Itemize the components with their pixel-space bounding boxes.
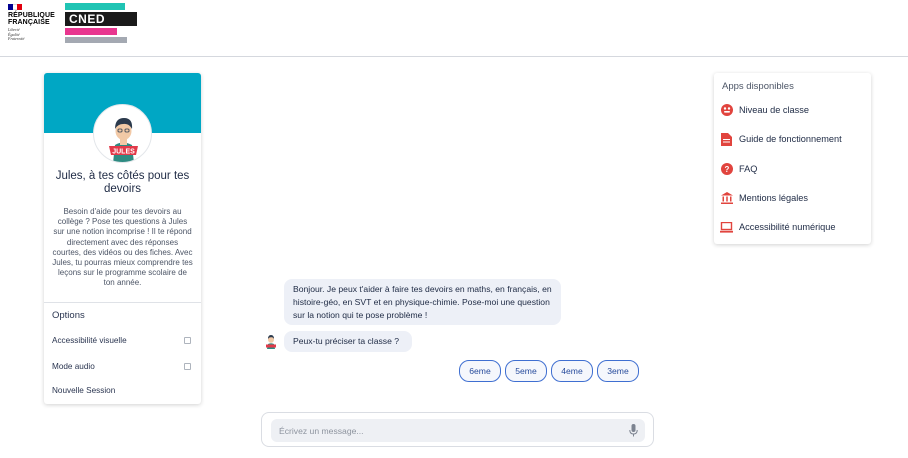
app-label: Guide de fonctionnement [739,134,842,144]
option-mode-audio[interactable]: Mode audio [52,362,193,371]
app-faq[interactable]: ? FAQ [720,161,868,177]
app-label: FAQ [739,164,758,174]
app-label: Mentions légales [739,193,808,203]
cned-logo-bar-pink [65,28,117,35]
avatar-badge-text: JULES [112,149,135,156]
app-label: Accessibilité numérique [739,222,836,232]
app-guide-de-fonctionnement[interactable]: Guide de fonctionnement [720,131,868,147]
french-flag-icon [8,4,23,10]
choice-3eme-button[interactable]: 3eme [597,360,639,382]
options-title: Options [52,310,85,321]
cned-logo-text: CNED [65,12,137,26]
republique-line-1: RÉPUBLIQUE [8,12,55,19]
apps-disponibles-panel: Apps disponibles Niveau de classe Guide … [714,73,871,244]
help-icon: ? [720,163,733,176]
document-icon [720,132,733,146]
card-title: Jules, à tes côtés pour tes devoirs [55,170,190,195]
level-icon [720,104,733,117]
card-description: Besoin d'aide pour tes devoirs au collèg… [52,207,193,288]
republique-line-2: FRANÇAISE [8,19,50,26]
microphone-icon[interactable] [629,424,638,437]
app-mentions-legales[interactable]: Mentions légales [720,190,868,206]
republique-francaise-logo[interactable]: RÉPUBLIQUE FRANÇAISE Liberté Égalité Fra… [8,4,56,42]
composer-field [271,419,645,442]
app-niveau-de-classe[interactable]: Niveau de classe [720,102,868,118]
choice-4eme-button[interactable]: 4eme [551,360,593,382]
cned-logo-bar-grey [65,37,127,43]
mode-audio-checkbox[interactable] [184,363,191,370]
bot-avatar-icon [264,333,278,349]
cned-logo-bar-teal [65,3,125,10]
devise-fraternite: Fraternité [8,36,25,41]
laptop-icon [720,221,733,234]
nouvelle-session-button[interactable]: Nouvelle Session [52,386,115,395]
choice-6eme-button[interactable]: 6eme [459,360,501,382]
apps-title: Apps disponibles [722,81,794,92]
choice-5eme-button[interactable]: 5eme [505,360,547,382]
institution-icon [720,192,733,205]
svg-text:?: ? [724,165,729,174]
accessibilite-visuelle-checkbox[interactable] [184,337,191,344]
divider [44,302,201,303]
option-label: Mode audio [52,362,95,371]
message-composer [261,412,654,447]
option-label: Nouvelle Session [52,386,116,395]
bot-message-question: Peux-tu préciser ta classe ? [284,331,412,352]
site-header: RÉPUBLIQUE FRANÇAISE Liberté Égalité Fra… [0,0,908,57]
devise: Liberté Égalité Fraternité [8,27,56,42]
option-label: Accessibilité visuelle [52,336,127,345]
app-label: Niveau de classe [739,105,809,115]
jules-character-icon: JULES [109,118,138,162]
cned-logo[interactable]: CNED [65,3,137,43]
class-choices: 6eme 5eme 4eme 3eme [459,360,643,382]
message-input[interactable] [279,419,619,442]
bot-message-greeting: Bonjour. Je peux t'aider à faire tes dev… [284,279,561,325]
jules-avatar: JULES [93,104,152,163]
app-accessibilite-numerique[interactable]: Accessibilité numérique [720,219,868,235]
option-accessibilite-visuelle[interactable]: Accessibilité visuelle [52,336,193,345]
jules-presentation-card: JULES Jules, à tes côtés pour tes devoir… [44,73,201,404]
jules-chat-page: RÉPUBLIQUE FRANÇAISE Liberté Égalité Fra… [0,0,908,458]
